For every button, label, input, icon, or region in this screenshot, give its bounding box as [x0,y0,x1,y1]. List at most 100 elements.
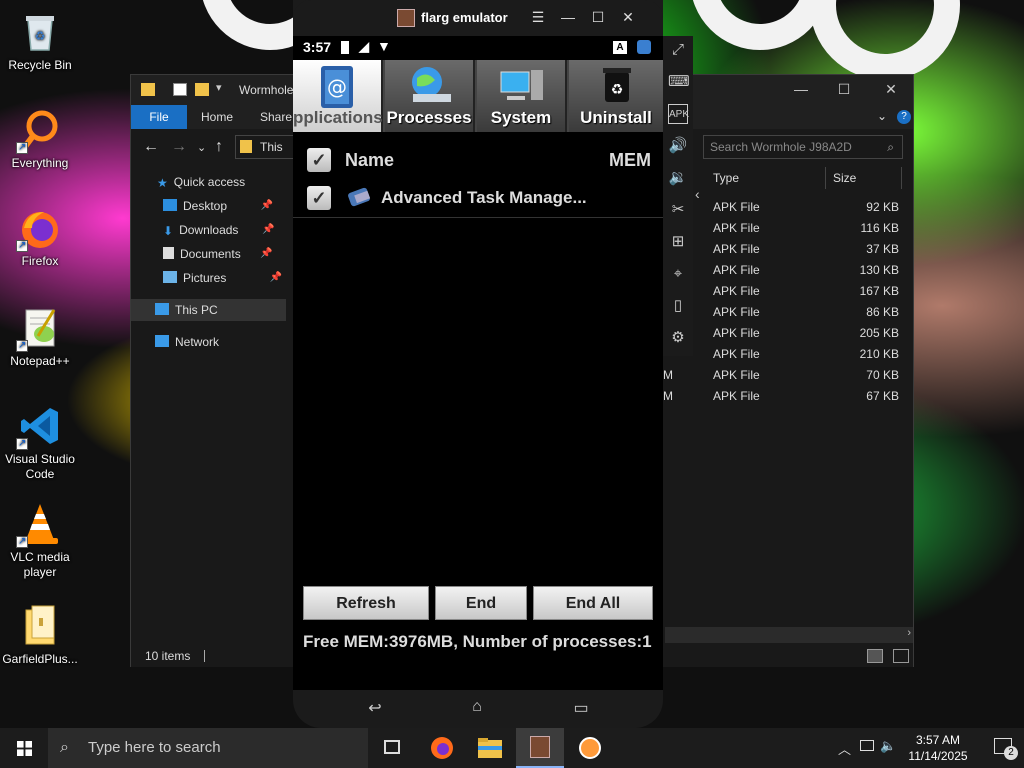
column-name: Name [345,150,395,170]
help-icon[interactable]: ? [897,110,911,124]
column-type[interactable]: Type [713,171,739,185]
horizontal-scrollbar[interactable]: › [665,627,913,643]
install-apk-icon[interactable]: APK [668,104,689,124]
volume-down-icon[interactable]: 🔉 [668,168,688,188]
desktop-icon-garfieldplus[interactable]: GarfieldPlus... [2,604,78,667]
home-nav-icon[interactable]: ⌂ [457,698,497,720]
file-row[interactable]: APK File 116 KB [663,218,911,239]
nav-desktop[interactable]: Desktop 📌 [163,195,273,217]
details-view-icon[interactable] [867,649,883,663]
file-size: 205 KB [859,326,899,340]
maximize-icon[interactable]: ☐ [589,9,607,26]
wallpaper-ring [810,0,960,80]
search-placeholder: Search Wormhole J98A2D [710,140,852,154]
nav-downloads[interactable]: ⬇ Downloads 📌 [163,219,274,241]
checkbox-icon[interactable] [173,83,187,96]
nav-network[interactable]: Network [155,331,219,353]
file-row[interactable]: APK File 130 KB [663,260,911,281]
start-button[interactable] [0,728,48,768]
nav-documents[interactable]: Documents 📌 [163,243,273,265]
add-window-icon[interactable]: ⊞ [668,232,688,252]
taskbar-search-box[interactable]: ⌕ Type here to search [48,728,368,768]
desktop-icon-vscode[interactable]: Visual Studio Code [2,404,78,482]
taskbar-app[interactable] [566,728,614,768]
nav-this-pc[interactable]: This PC [131,299,286,321]
column-size[interactable]: Size [833,171,856,185]
task-view-button[interactable] [368,728,416,768]
volume-muted-icon[interactable]: 🔈 [880,738,896,754]
fullscreen-icon[interactable]: ⤢ [668,40,688,60]
tab-uninstall[interactable]: ♻ Uninstall [569,60,663,132]
explorer-search-input[interactable]: Search Wormhole J98A2D ⌕ [703,135,903,159]
volume-up-icon[interactable]: 🔊 [668,136,688,156]
desktop-icon-everything[interactable]: Everything [2,108,78,171]
menu-icon[interactable]: ☰ [529,9,547,26]
keyboard-icon[interactable]: ⌨ [668,72,690,92]
tab-system[interactable]: System [477,60,567,132]
desktop-icon-label: Notepad++ [10,354,70,368]
collapse-toolbar-icon[interactable]: ‹ [695,186,700,202]
file-row[interactable]: APK File 167 KB [663,281,911,302]
taskbar-firefox[interactable] [418,728,466,768]
maximize-icon[interactable]: ☐ [821,81,867,101]
select-all-checkbox[interactable]: ✓ [307,148,331,172]
screenshot-scissors-icon[interactable]: ✂ [668,200,688,220]
emulator-window[interactable]: flarg emulator ☰ — ☐ ✕ 3:57 ◢ ▼ A @ ppli… [293,0,663,728]
file-row[interactable]: M APK File 67 KB [663,386,911,407]
file-modified-fragment: M [663,368,673,382]
close-icon[interactable]: ✕ [868,81,914,101]
settings-gear-icon[interactable]: ⚙ [668,328,688,348]
file-type: APK File [713,389,760,403]
file-size: 37 KB [866,242,899,256]
nav-quick-access[interactable]: ★ Quick access [157,171,245,193]
back-nav-icon[interactable]: ↩ [355,698,395,720]
processes-globe-icon [412,67,451,102]
network-tray-icon[interactable] [860,740,874,751]
up-arrow-icon[interactable]: ↑ [215,138,223,156]
close-icon[interactable]: ✕ [619,9,637,26]
show-hidden-icons-icon[interactable]: ︿ [838,739,851,758]
ribbon-tab-share[interactable]: Share [260,105,292,129]
recents-nav-icon[interactable]: ▭ [561,698,601,720]
desktop-icon-vlc[interactable]: VLC media player [2,502,78,580]
process-row[interactable]: ✓ Advanced Task Manage... [293,180,663,218]
process-name: Advanced Task Manage... [381,188,587,207]
file-row[interactable]: APK File 210 KB [663,344,911,365]
ribbon-tab-home[interactable]: Home [201,105,233,129]
large-icons-view-icon[interactable] [893,649,909,663]
quick-access-dropdown-icon[interactable]: ▾ [216,81,222,94]
minimize-icon[interactable]: — [778,81,824,101]
address-bar[interactable]: This [235,135,295,159]
file-row[interactable]: M APK File 70 KB [663,365,911,386]
minimize-icon[interactable]: — [559,9,577,25]
shake-icon[interactable]: ▯ [668,296,688,316]
end-all-button[interactable]: End All [533,586,653,620]
file-row[interactable]: APK File 205 KB [663,323,911,344]
tab-applications[interactable]: @ pplications [293,60,383,132]
location-icon[interactable]: ⌖ [668,264,688,284]
tab-processes[interactable]: Processes [385,60,475,132]
taskbar-file-explorer[interactable] [466,728,514,768]
file-list-header: Type Size [705,165,905,191]
emulator-titlebar[interactable]: flarg emulator ☰ — ☐ ✕ [293,0,663,36]
end-button[interactable]: End [435,586,527,620]
desktop-icon-firefox[interactable]: Firefox [2,206,78,269]
taskbar-clock[interactable]: 3:57 AM 11/14/2025 [898,732,978,764]
back-arrow-icon[interactable]: ← [143,138,159,156]
process-checkbox[interactable]: ✓ [307,186,331,210]
pin-icon: 📌 [261,224,275,235]
ribbon-tab-file[interactable]: File [131,105,187,129]
desktop-icon-notepad-plus-plus[interactable]: Notepad++ [2,306,78,369]
scroll-right-icon[interactable]: › [907,627,911,639]
refresh-button[interactable]: Refresh [303,586,429,620]
recent-locations-icon[interactable]: ⌄ [197,141,206,154]
android-screen[interactable]: 3:57 ◢ ▼ A @ pplications Processes Syste… [293,36,663,690]
ribbon-collapse-icon[interactable]: ⌄ [877,109,887,123]
file-row[interactable]: APK File 86 KB [663,302,911,323]
forward-arrow-icon[interactable]: → [171,138,187,156]
file-row[interactable]: APK File 37 KB [663,239,911,260]
nav-pictures[interactable]: Pictures 📌 [163,267,282,289]
file-row[interactable]: APK File 92 KB [663,197,911,218]
taskbar-flarg-emulator[interactable] [516,728,564,768]
desktop-icon-recycle-bin[interactable]: ♻ Recycle Bin [2,10,78,73]
